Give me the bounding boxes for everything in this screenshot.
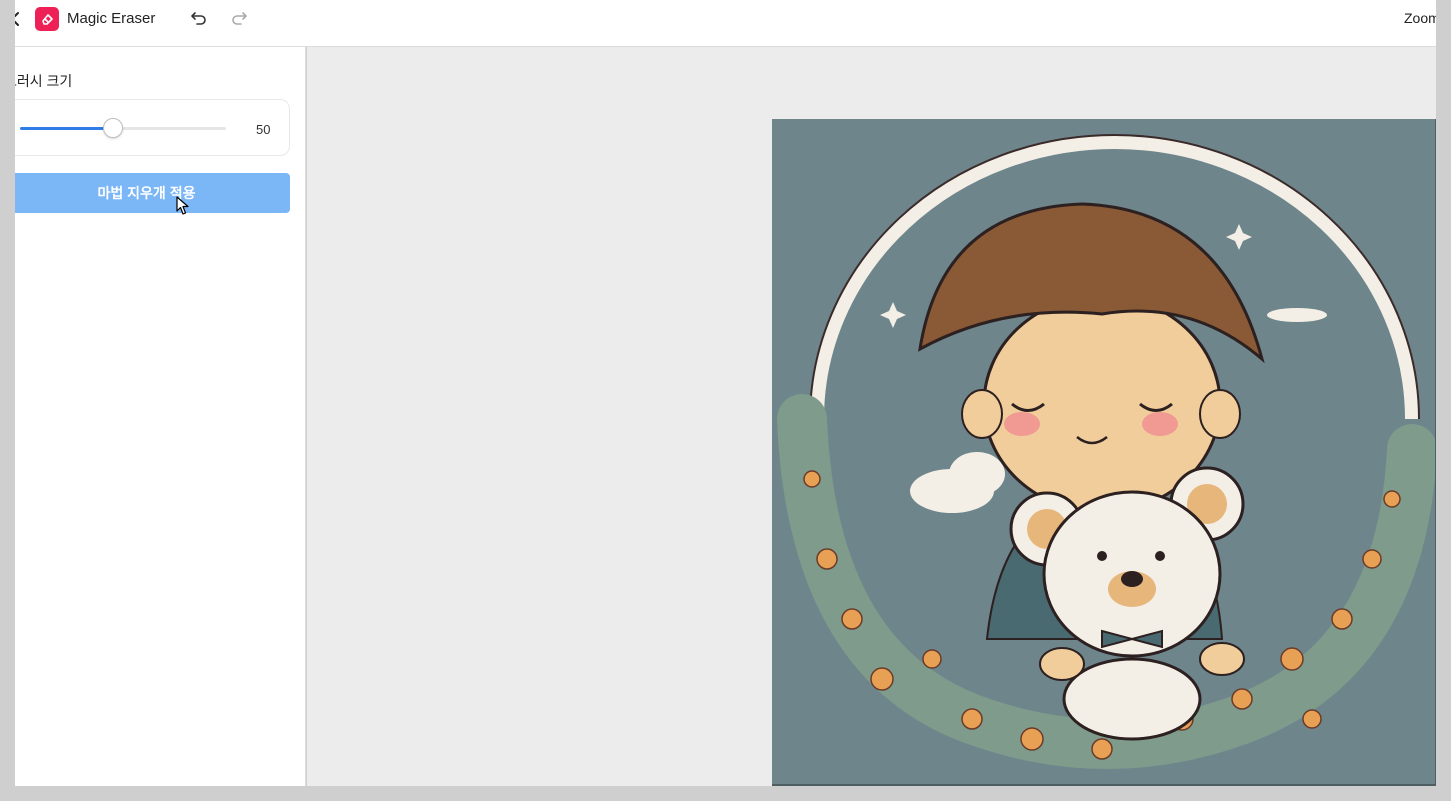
vertical-scrollbar[interactable] [1436,0,1451,801]
window-frame-top [0,0,1451,15]
horizontal-scrollbar[interactable] [0,786,1451,801]
slider-fill [20,127,113,130]
brush-size-slider[interactable] [20,127,226,130]
editor-canvas[interactable] [307,47,1443,789]
mouse-pointer-icon [176,196,189,215]
brush-size-card: 50 [3,99,290,156]
illustration-image[interactable] [772,119,1443,789]
slider-thumb[interactable] [102,118,123,138]
window-frame-left [0,0,15,801]
brush-size-value: 50 [256,122,271,137]
tool-sidebar: 브러시 크기 50 마법 지우개 적용 [0,47,306,786]
apply-magic-eraser-button[interactable]: 마법 지우개 적용 [3,173,290,213]
